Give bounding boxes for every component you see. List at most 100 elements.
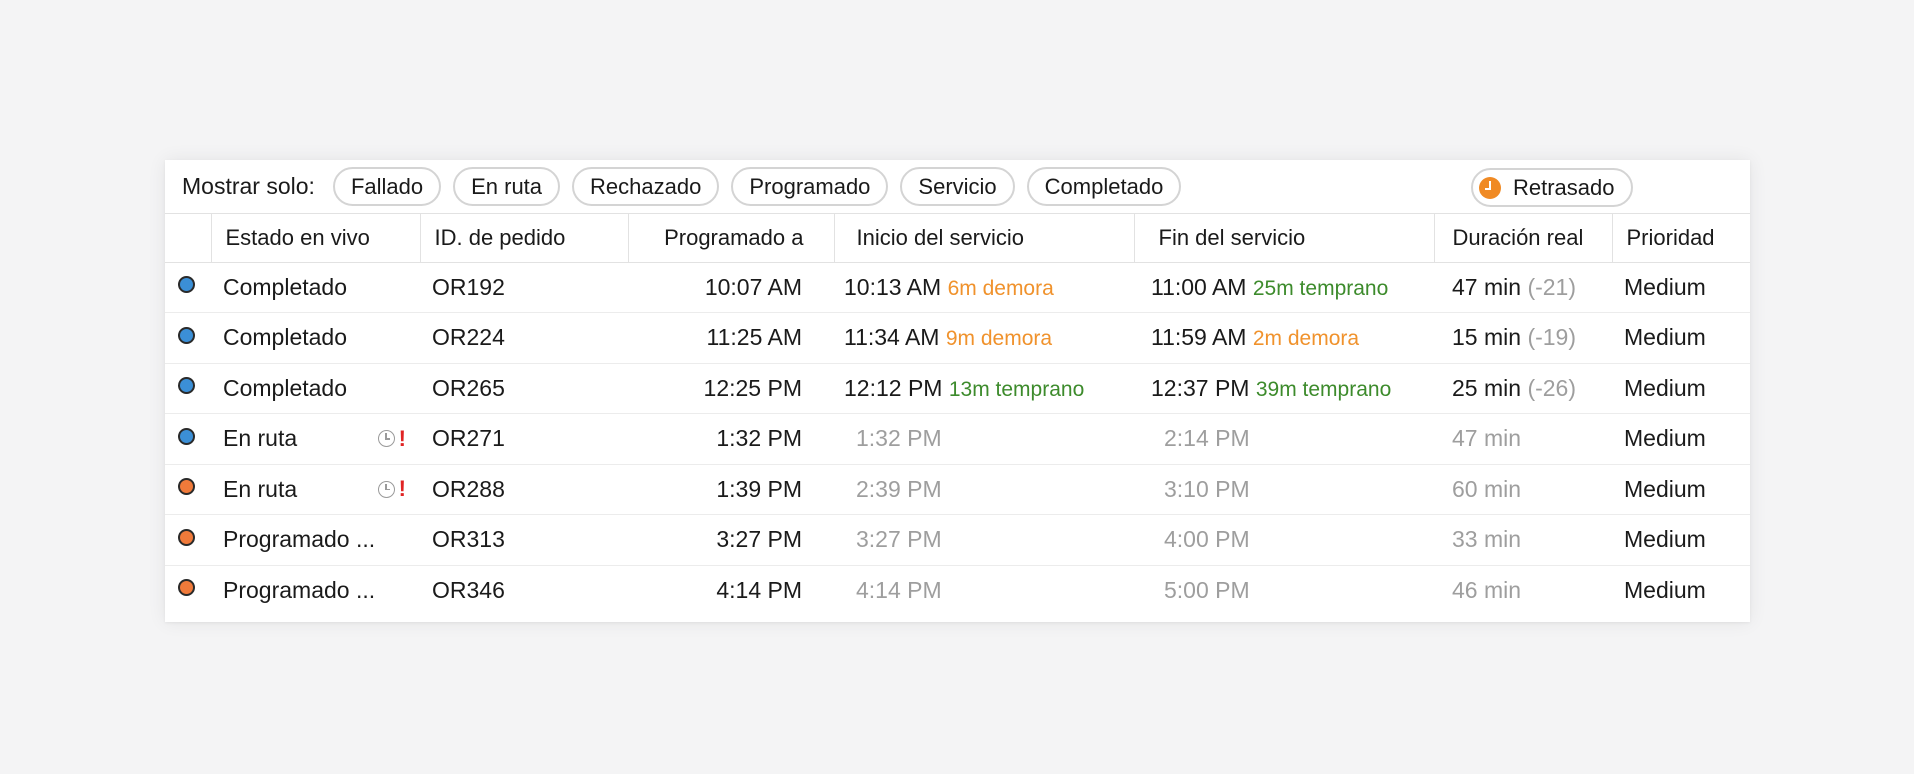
prioridad-cell: Medium	[1612, 514, 1750, 566]
duracion-cell: 46 min	[1434, 565, 1612, 616]
estado-cell: En ruta!	[211, 464, 420, 515]
order-id-cell: OR271	[420, 413, 628, 465]
table-row[interactable]: En ruta! OR288 1:39 PM 2:39 PM 3:10 PM 60 min…	[165, 464, 1750, 515]
header-estado[interactable]: Estado en vivo	[211, 214, 421, 263]
order-id-cell: OR288	[420, 464, 628, 515]
header-prioridad[interactable]: Prioridad	[1612, 214, 1750, 263]
header-fin[interactable]: Fin del servicio	[1134, 214, 1435, 263]
status-dot	[178, 276, 195, 294]
filter-chip-servicio[interactable]: Servicio	[900, 167, 1015, 206]
duracion-delta: (-19)	[1527, 324, 1576, 351]
filter-chip-completado[interactable]: Completado	[1026, 167, 1182, 206]
order-id-cell: OR346	[432, 577, 505, 603]
table-row[interactable]: En ruta! OR271 1:32 PM 1:32 PM 2:14 PM 47 min…	[165, 413, 1750, 465]
prioridad-cell: Medium	[1612, 464, 1750, 515]
estado-text: Programado ...	[223, 526, 376, 553]
filter-chip-programado[interactable]: Programado	[731, 167, 889, 206]
fin-time: 12:37 PM	[1151, 374, 1250, 401]
duracion-value: 47 min	[1452, 425, 1522, 452]
table-row[interactable]: Completado OR265 12:25 PM 12:12 PM 13m temp…	[165, 363, 1750, 414]
filter-chip-en-ruta[interactable]: En ruta	[453, 167, 561, 206]
status-dot	[178, 478, 195, 496]
header-inicio[interactable]: Inicio del servicio	[834, 214, 1135, 263]
duracion-value: 25 min	[1452, 374, 1522, 401]
fin-cell: 5:00 PM	[1134, 565, 1434, 616]
duracion-value: 33 min	[1452, 526, 1522, 553]
inicio-cell: 2:39 PM	[834, 464, 1134, 515]
prioridad-cell: Medium	[1612, 413, 1750, 465]
time-note: 6m demora	[947, 276, 1054, 300]
estado-cell: Completado	[211, 262, 420, 313]
fin-cell: 2:14 PM	[1134, 413, 1434, 465]
duracion-delta: (-21)	[1527, 273, 1576, 300]
inicio-cell: 10:13 AM 6m demora	[834, 262, 1134, 313]
time-note: 13m temprano	[948, 377, 1085, 401]
status-dot-cell	[165, 565, 211, 616]
table-row[interactable]: Completado OR192 10:07 AM 10:13 AM 6m demor…	[165, 262, 1750, 313]
estado-text: En ruta	[223, 475, 298, 502]
estado-text: Programado ...	[223, 577, 376, 603]
inicio-time: 12:12 PM	[844, 374, 943, 401]
status-dot-cell	[165, 413, 211, 465]
time-note: 9m demora	[945, 327, 1053, 351]
programado-cell: 1:39 PM	[628, 464, 834, 515]
estado-text: Completado	[223, 324, 348, 351]
time-note: 39m temprano	[1255, 377, 1392, 401]
table-header-row: Estado en vivo ID. de pedido Programado …	[165, 214, 1750, 263]
fin-time: 3:10 PM	[1164, 475, 1250, 502]
filter-bar: Mostrar solo: Fallado En ruta Rechazado …	[165, 160, 1750, 214]
fin-time: 5:00 PM	[1164, 577, 1250, 603]
time-note: 2m demora	[1252, 327, 1360, 351]
estado-text: En ruta	[223, 425, 298, 452]
programado-cell: 12:25 PM	[628, 363, 834, 414]
inicio-cell: 1:32 PM	[834, 413, 1134, 465]
inicio-time: 3:27 PM	[856, 526, 942, 553]
fin-cell: 11:00 AM 25m temprano	[1134, 262, 1434, 313]
estado-cell: Programado ...	[211, 514, 420, 566]
header-duracion[interactable]: Duración real	[1434, 214, 1613, 263]
estado-cell: Completado	[211, 363, 420, 414]
duracion-value: 46 min	[1452, 577, 1522, 603]
clock-icon	[1479, 176, 1501, 199]
inicio-time: 11:34 AM	[844, 324, 940, 351]
estado-text: Completado	[223, 374, 348, 401]
order-id-cell: OR313	[420, 514, 628, 566]
programado-cell: 3:27 PM	[628, 514, 834, 566]
table-row[interactable]: Programado ... OR346 4:14 PM 4:14 PM 5:00 PM…	[165, 565, 1750, 616]
prioridad-cell: Medium	[1612, 312, 1750, 364]
fin-time: 2:14 PM	[1164, 425, 1250, 452]
prioridad-cell: Medium	[1612, 363, 1750, 414]
filter-chip-fallado[interactable]: Fallado	[332, 167, 442, 206]
status-dot	[178, 579, 195, 597]
table-row[interactable]: Completado OR224 11:25 AM 11:34 AM 9m demor…	[165, 312, 1750, 364]
status-dot	[178, 427, 195, 445]
filter-chip-rechazado[interactable]: Rechazado	[572, 167, 720, 206]
inicio-cell: 3:27 PM	[834, 514, 1134, 566]
time-note: 25m temprano	[1252, 276, 1389, 300]
fin-time: 11:59 AM	[1151, 324, 1247, 351]
header-programado[interactable]: Programado a	[628, 214, 835, 263]
status-dot-cell	[165, 464, 211, 515]
clock-icon	[377, 430, 395, 448]
inicio-cell: 4:14 PM	[834, 565, 1134, 616]
duracion-value: 47 min	[1452, 273, 1522, 300]
header-id[interactable]: ID. de pedido	[420, 214, 629, 263]
programado-cell: 11:25 AM	[628, 312, 834, 364]
duracion-value: 15 min	[1452, 324, 1522, 351]
status-dot	[178, 377, 195, 395]
fin-time: 4:00 PM	[1164, 526, 1250, 553]
table-row[interactable]: Programado ... OR313 3:27 PM 3:27 PM 4:00 PM…	[165, 514, 1750, 566]
filter-chip-retrasado[interactable]: Retrasado	[1471, 168, 1633, 207]
duracion-cell: 25 min (-26)	[1434, 363, 1612, 414]
duracion-value: 60 min	[1452, 475, 1522, 502]
fin-cell: 3:10 PM	[1134, 464, 1434, 515]
inicio-time: 10:13 AM	[844, 273, 942, 300]
estado-cell: En ruta!	[211, 413, 420, 465]
prioridad-cell: Medium	[1624, 577, 1706, 603]
inicio-time: 1:32 PM	[856, 425, 942, 452]
programado-cell: 4:14 PM	[716, 577, 802, 603]
programado-cell: 10:07 AM	[628, 262, 834, 313]
filter-label: Mostrar solo:	[182, 173, 315, 199]
fin-cell: 4:00 PM	[1134, 514, 1434, 566]
inicio-cell: 12:12 PM 13m temprano	[834, 363, 1134, 414]
